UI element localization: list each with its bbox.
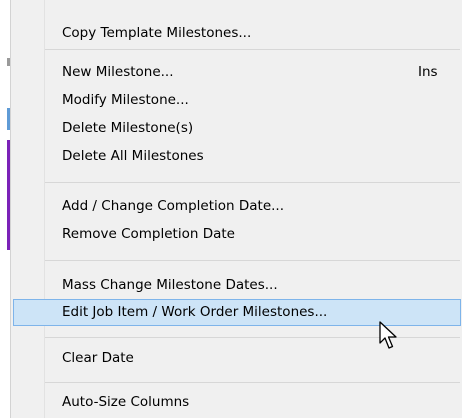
window-edge (0, 0, 10, 418)
context-menu: Copy Template Milestones... New Mileston… (10, 0, 462, 418)
menu-item-mass-change-milestone-dates[interactable]: Mass Change Milestone Dates... (13, 272, 461, 299)
menu-item-label: Remove Completion Date (62, 226, 235, 242)
menu-item-label: Clear Date (62, 350, 134, 366)
menu-item-auto-size-columns[interactable]: Auto-Size Columns (13, 389, 461, 416)
menu-item-label: Modify Milestone... (62, 92, 189, 108)
menu-item-label: Copy Template Milestones... (62, 25, 252, 41)
menu-item-new-milestone[interactable]: New Milestone... Ins (13, 59, 461, 86)
menu-item-label: Mass Change Milestone Dates... (62, 277, 278, 293)
menu-separator (45, 182, 460, 183)
menu-item-add-change-completion-date[interactable]: Add / Change Completion Date... (13, 193, 461, 220)
menu-item-label: Delete All Milestones (62, 148, 204, 164)
menu-item-remove-completion-date[interactable]: Remove Completion Date (13, 221, 461, 248)
menu-item-delete-milestones[interactable]: Delete Milestone(s) (13, 115, 461, 142)
menu-item-modify-milestone[interactable]: Modify Milestone... (13, 87, 461, 114)
menu-item-label: Add / Change Completion Date... (62, 198, 284, 214)
menu-item-label: Auto-Size Columns (62, 394, 190, 410)
screen: Copy Template Milestones... New Mileston… (0, 0, 462, 418)
menu-separator (45, 49, 460, 50)
menu-item-shortcut: Ins (418, 64, 438, 80)
menu-item-label: Delete Milestone(s) (62, 120, 194, 136)
menu-item-copy-template-milestones[interactable]: Copy Template Milestones... (13, 20, 461, 47)
menu-separator (45, 382, 460, 383)
menu-item-delete-all-milestones[interactable]: Delete All Milestones (13, 143, 461, 170)
mouse-pointer-icon (379, 321, 397, 349)
menu-item-label: Edit Job Item / Work Order Milestones... (62, 304, 328, 320)
menu-item-label: New Milestone... (62, 64, 174, 80)
menu-separator (45, 260, 460, 261)
